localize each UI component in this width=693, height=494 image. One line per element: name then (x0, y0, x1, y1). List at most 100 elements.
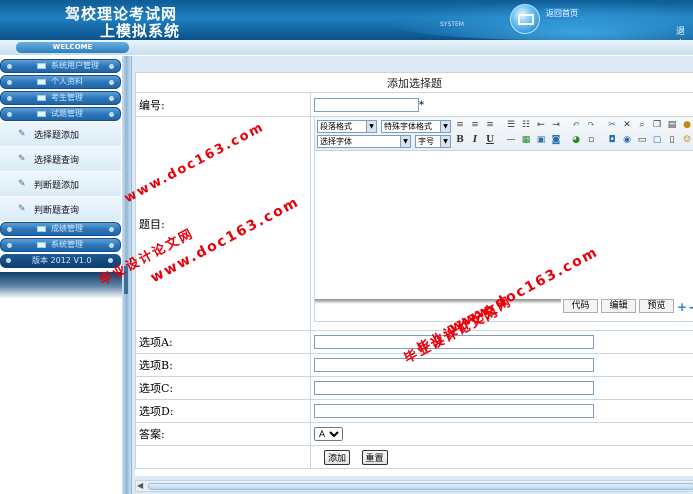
outdent-icon[interactable]: ⇤ (535, 120, 547, 131)
select-text: 段落格式 (320, 122, 352, 131)
form-caption: 添加选择题 (135, 72, 693, 93)
flash-icon[interactable]: ◘ (606, 135, 618, 146)
insert-table-icon[interactable]: ▦ (520, 135, 532, 146)
option-c-input[interactable] (314, 381, 594, 395)
menu-students[interactable]: 考生管理 (0, 91, 121, 105)
number-input[interactable] (314, 97, 419, 112)
submenu-label: 判断题添加 (34, 181, 80, 191)
find-icon[interactable]: ⌕ (636, 120, 648, 131)
paragraph-format-select[interactable]: 段落格式 ▼ (317, 120, 377, 133)
page-icon[interactable]: ▯ (666, 135, 678, 146)
menu-label: 考生管理 (51, 93, 83, 102)
select-text: 特殊字体格式 (384, 122, 432, 131)
underline-button[interactable]: U (484, 135, 496, 146)
pencil-icon: ✎ (18, 179, 26, 189)
font-family-select[interactable]: 选择字体 ▼ (317, 135, 411, 148)
menu-bullet-icon (6, 258, 11, 263)
menu-bullet-icon (109, 96, 114, 101)
cut-icon[interactable]: ✂ (606, 120, 618, 131)
form-container: 添加选择题 编号: * 题目: * 选项A: 选项B: 选项C: (135, 72, 693, 476)
submenu-label: 选择题查询 (34, 156, 80, 166)
copy-icon[interactable]: ❐ (651, 120, 663, 131)
header-banner: 驾校理论考试网 上模拟系统 SYSTEM 返回首页 退出 (0, 0, 693, 40)
anchor-icon[interactable]: ▢ (651, 135, 663, 146)
required-mark: * (419, 99, 424, 111)
menu-label: 系统管理 (51, 240, 83, 249)
color-icon[interactable]: ◕ (570, 135, 582, 146)
italic-button[interactable]: I (469, 135, 481, 146)
add-button[interactable]: 添加 (324, 449, 351, 465)
scrollbar-thumb[interactable] (148, 483, 693, 490)
tab-edit[interactable]: 编辑 (601, 299, 636, 313)
option-b-label: 选项B: (135, 353, 311, 377)
submenu-query-judgement[interactable]: ✎ 判断题查询 (0, 197, 121, 222)
undo-icon[interactable]: ↶ (570, 120, 582, 131)
reset-button[interactable]: 重置 (361, 449, 388, 465)
redo-icon[interactable]: ↷ (585, 120, 597, 131)
tab-preview[interactable]: 预览 (639, 299, 674, 313)
paste-icon[interactable]: ▤ (666, 120, 678, 131)
align-left-icon[interactable]: ≡ (454, 120, 466, 131)
menu-bullet-icon (7, 80, 12, 85)
submenu-label: 判断题查询 (34, 206, 80, 216)
option-d-input[interactable] (314, 404, 594, 418)
font-size-select[interactable]: 字号 ▼ (415, 135, 451, 148)
unlink-icon[interactable]: ▭ (636, 135, 648, 146)
system-label: SYSTEM (440, 21, 464, 28)
submenu-query-choice[interactable]: ✎ 选择题查询 (0, 147, 121, 172)
tab-code[interactable]: 代码 (563, 299, 598, 313)
answer-label: 答案: (135, 422, 311, 446)
horizontal-scrollbar[interactable]: ◀ (135, 480, 693, 492)
home-link[interactable]: 返回首页 (543, 8, 581, 19)
option-d-label: 选项D: (135, 399, 311, 423)
menu-label: 试题管理 (51, 109, 83, 118)
menu-label: 系统用户管理 (51, 61, 99, 70)
emoticon-icon[interactable]: ☺ (681, 135, 693, 146)
numbered-list-icon[interactable]: ☷ (520, 120, 532, 131)
logout-link[interactable]: 退出 (676, 24, 693, 40)
menu-user-management[interactable]: 系统用户管理 (0, 59, 121, 73)
menu-scores[interactable]: 成绩管理 (0, 222, 121, 236)
zoom-in-icon[interactable]: + (677, 300, 687, 314)
pencil-icon: ✎ (18, 154, 26, 164)
align-right-icon[interactable]: ≡ (484, 120, 496, 131)
button-row-spacer (135, 445, 311, 469)
chevron-down-icon: ▼ (440, 136, 450, 147)
insert-media-icon[interactable]: ◙ (550, 135, 562, 146)
envelope-icon[interactable] (510, 4, 540, 34)
scroll-left-icon[interactable]: ◀ (137, 481, 143, 490)
pencil-icon: ✎ (18, 204, 26, 214)
editor-body[interactable] (315, 151, 693, 291)
link-icon[interactable]: ◉ (621, 135, 633, 146)
submenu-add-judgement[interactable]: ✎ 判断题添加 (0, 172, 121, 197)
zoom-out-icon[interactable]: - (689, 300, 693, 314)
menu-questions[interactable]: 试题管理 (0, 107, 121, 121)
menu-bullet-icon (7, 243, 12, 248)
folder-icon (37, 226, 46, 232)
main-panel: 添加选择题 编号: * 题目: * 选项A: 选项B: 选项C: (131, 56, 693, 494)
bullet-list-icon[interactable]: ☰ (505, 120, 517, 131)
menu-bullet-icon (7, 64, 12, 69)
editor-resize-shade (315, 299, 561, 304)
menu-profile[interactable]: 个人资料 (0, 75, 121, 89)
folder-icon (37, 79, 46, 85)
answer-select[interactable]: A (314, 427, 343, 441)
delete-icon[interactable]: ✕ (621, 120, 633, 131)
editor-toolbar: 段落格式 ▼ 特殊字体格式 ▼ 选择字体 ▼ 字号 ▼ ≡ ≡ ≡ ☰ ☷ ⇤ ⇥ ↶ … (315, 117, 693, 151)
insert-image-icon[interactable]: ▣ (535, 135, 547, 146)
option-b-input[interactable] (314, 358, 594, 372)
folder-icon (37, 63, 46, 69)
menu-bullet-icon (109, 243, 114, 248)
folder-icon (37, 111, 46, 117)
bold-button[interactable]: B (454, 135, 466, 146)
align-center-icon[interactable]: ≡ (469, 120, 481, 131)
menu-bullet-icon (7, 96, 12, 101)
submenu-add-choice[interactable]: ✎ 选择题添加 (0, 122, 121, 147)
spellcheck-icon[interactable]: ● (681, 120, 693, 131)
horizontal-rule-icon[interactable]: — (505, 135, 517, 146)
special-char-icon[interactable]: ▫ (585, 135, 597, 146)
special-format-select[interactable]: 特殊字体格式 ▼ (381, 120, 451, 133)
menu-bullet-icon (109, 112, 114, 117)
indent-icon[interactable]: ⇥ (550, 120, 562, 131)
menu-system[interactable]: 系统管理 (0, 238, 121, 252)
